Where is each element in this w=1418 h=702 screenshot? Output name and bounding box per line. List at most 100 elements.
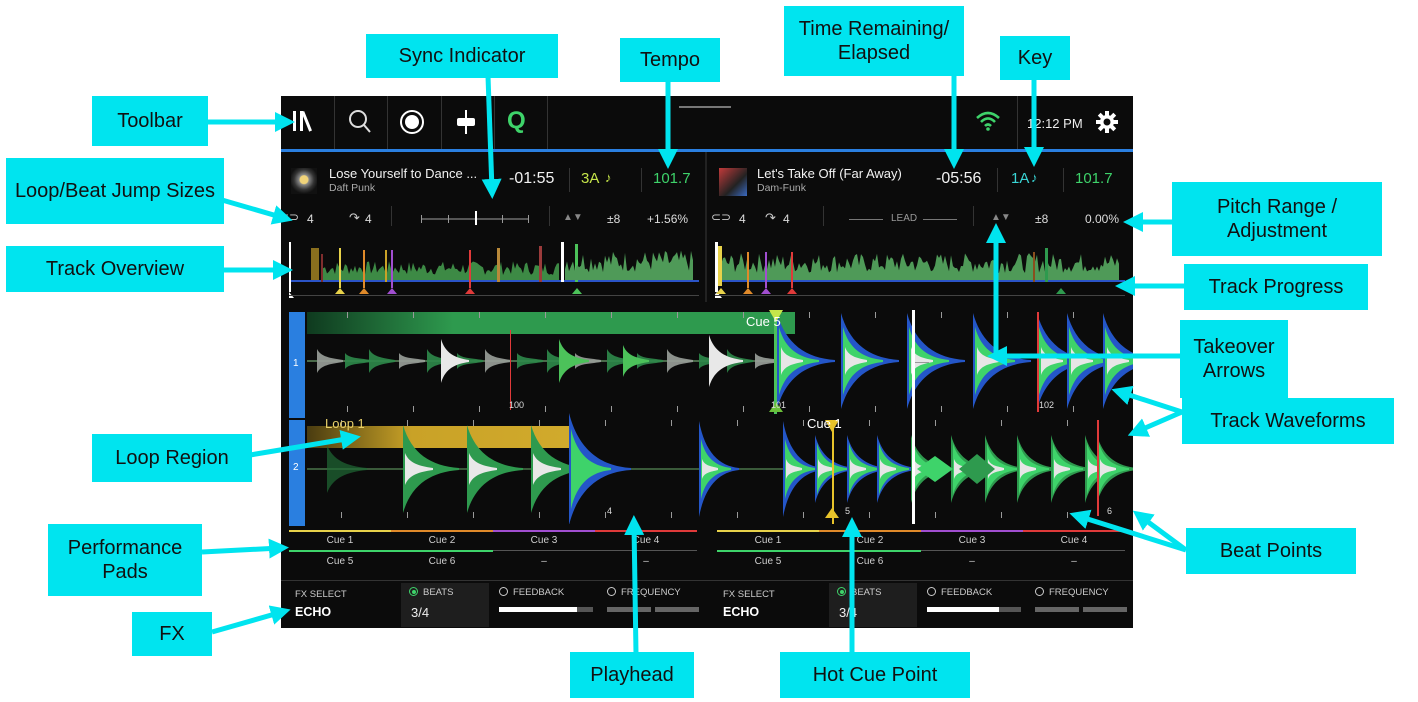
- deck1-fx-name[interactable]: ECHO: [295, 605, 331, 619]
- deck1-artist: Daft Punk: [329, 182, 376, 194]
- deck2-header: Let's Take Off (Far Away) Dam-Funk -05:5…: [709, 152, 1133, 302]
- pad-left-4[interactable]: Cue 4: [595, 533, 697, 548]
- deck1-feedback-slider[interactable]: [499, 607, 593, 612]
- pad-right-3[interactable]: Cue 3: [921, 533, 1023, 548]
- record-icon[interactable]: [399, 109, 425, 140]
- deck1-pitch-adjust: +1.56%: [647, 212, 689, 226]
- deck2-feedback-radio-icon[interactable]: [927, 587, 936, 596]
- deck2-pitch-adjust: 0.00%: [1085, 212, 1120, 226]
- deck2-artist: Dam-Funk: [757, 182, 807, 194]
- pad-left-6[interactable]: Cue 6: [391, 554, 493, 569]
- deck1-header: Lose Yourself to Dance ... Daft Punk -01…: [281, 152, 705, 302]
- deck2-track-overview[interactable]: [715, 242, 1129, 298]
- pad-right-5[interactable]: Cue 5: [717, 554, 819, 569]
- deck2-frequency-slider[interactable]: [1035, 607, 1079, 612]
- fx-panel: FX SELECT ECHO BEATS 3/4 FEEDBACK FREQUE…: [281, 580, 1133, 628]
- deck1-feedback-radio-icon[interactable]: [499, 587, 508, 596]
- deck2-frequency-radio-icon[interactable]: [1035, 587, 1044, 596]
- deck1-beat-marker-100: 100: [509, 400, 525, 410]
- deck2-tempo[interactable]: 101.7: [1075, 170, 1113, 187]
- deck1-time-remaining: -01:55: [509, 170, 555, 187]
- deck1-tempo[interactable]: 101.7: [653, 170, 691, 187]
- deck2-beat-marker-5: 5: [845, 506, 851, 516]
- deck1-pitch-range[interactable]: ±8: [607, 212, 620, 226]
- pad-left-3[interactable]: Cue 3: [493, 533, 595, 548]
- deck2-pitch-range[interactable]: ±8: [1035, 212, 1048, 226]
- deck2-cue-label: Cue 1: [807, 416, 842, 431]
- pad-left-7[interactable]: –: [493, 554, 595, 569]
- callout-hot-cue-point: Hot Cue Point: [780, 652, 970, 698]
- pad-left-1[interactable]: Cue 1: [289, 533, 391, 548]
- callout-sync-indicator: Sync Indicator: [366, 34, 558, 78]
- pad-left-5[interactable]: Cue 5: [289, 554, 391, 569]
- deck1-jump-size[interactable]: 4: [365, 212, 372, 226]
- deck2-key-note-icon: ♪: [1031, 170, 1038, 185]
- pad-right-4[interactable]: Cue 4: [1023, 533, 1125, 548]
- deck1-key[interactable]: 3A: [581, 170, 599, 187]
- wifi-icon: [975, 110, 1001, 137]
- deck2-waveform-tab[interactable]: [289, 420, 305, 526]
- deck2-fx-select-label: FX SELECT: [723, 589, 775, 600]
- deck2-fx-param-feedback: FEEDBACK: [941, 587, 993, 598]
- deck2-feedback-slider[interactable]: [927, 607, 1021, 612]
- pad-right-1[interactable]: Cue 1: [717, 533, 819, 548]
- deck2-takeover-arrows-icon: ▲▼: [991, 212, 1011, 223]
- pad-left-8[interactable]: –: [595, 554, 697, 569]
- callout-time-remaining: Time Remaining/ Elapsed: [784, 6, 964, 76]
- deck1-fx-param-feedback: FEEDBACK: [513, 587, 565, 598]
- waveform-area[interactable]: 1 2 Cue 5 100 101 102 Loop 1 Cue 1 4 5 6: [281, 302, 1133, 526]
- deck1-loop-size[interactable]: 4: [307, 212, 314, 226]
- search-icon[interactable]: [348, 109, 372, 140]
- deck2-title: Let's Take Off (Far Away): [757, 166, 902, 181]
- deck1-takeover-arrows-icon: ▲▼: [563, 212, 583, 223]
- deck1-fx-beats-value: 3/4: [411, 605, 430, 620]
- deck1-sync-indicator: [421, 211, 529, 225]
- deck2-lead-label: LEAD: [891, 213, 918, 224]
- deck2-fx-name[interactable]: ECHO: [723, 605, 759, 619]
- callout-performance-pads: Performance Pads: [48, 524, 202, 596]
- callout-track-progress: Track Progress: [1184, 264, 1368, 310]
- deck2-fx-beats-value: 3/4: [839, 605, 858, 620]
- pad-right-8[interactable]: –: [1023, 554, 1125, 569]
- deck1-title: Lose Yourself to Dance ...: [329, 166, 478, 181]
- deck1-key-note-icon: ♪: [605, 170, 612, 185]
- quantize-icon[interactable]: Q: [507, 107, 526, 135]
- deck2-jump-size[interactable]: 4: [783, 212, 790, 226]
- callout-tempo: Tempo: [620, 38, 720, 82]
- callout-key: Key: [1000, 36, 1070, 80]
- callout-fx: FX: [132, 612, 212, 656]
- deck1-track-overview[interactable]: [289, 242, 701, 298]
- deck2-loop-label: Loop 1: [325, 416, 365, 431]
- window-handle[interactable]: [679, 106, 731, 108]
- deck2-fx-param-beats: BEATS: [851, 587, 882, 598]
- deck1-frequency-slider[interactable]: [607, 607, 651, 612]
- hot-cue-point: [825, 508, 839, 518]
- library-icon[interactable]: [291, 108, 317, 139]
- deck1-fx-param-beats: BEATS: [423, 587, 454, 598]
- deck2-time-remaining: -05:56: [936, 170, 982, 187]
- deck2-loop-size[interactable]: 4: [739, 212, 746, 226]
- deck1-frequency-radio-icon[interactable]: [607, 587, 616, 596]
- pad-right-2[interactable]: Cue 2: [819, 533, 921, 548]
- deck2-fx-param-frequency: FREQUENCY: [1049, 587, 1109, 598]
- deck-divider: [705, 152, 707, 302]
- deck2-jump-icon: ↷: [765, 210, 776, 225]
- pad-left-2[interactable]: Cue 2: [391, 533, 493, 548]
- split-icon[interactable]: [455, 109, 477, 140]
- gear-icon[interactable]: [1095, 110, 1119, 139]
- playhead: [912, 310, 915, 524]
- pad-right-6[interactable]: Cue 6: [819, 554, 921, 569]
- deck1-album-art: [291, 168, 317, 194]
- callout-track-waveforms: Track Waveforms: [1182, 398, 1394, 444]
- deck2-waveform-number: 2: [293, 462, 299, 473]
- dj-screen: Q 12:12 PM Lose Yourself to Dance ... Da…: [281, 96, 1133, 628]
- callout-track-overview: Track Overview: [6, 246, 224, 292]
- deck1-fx-select-label: FX SELECT: [295, 589, 347, 600]
- track-waveforms[interactable]: [307, 302, 1133, 524]
- pad-right-7[interactable]: –: [921, 554, 1023, 569]
- callout-takeover-arrows: Takeover Arrows: [1180, 320, 1288, 398]
- deck2-key[interactable]: 1A: [1011, 170, 1029, 187]
- deck2-album-art: [719, 168, 747, 196]
- deck1-cue-label: Cue 5: [746, 314, 781, 329]
- clock: 12:12 PM: [1027, 116, 1083, 131]
